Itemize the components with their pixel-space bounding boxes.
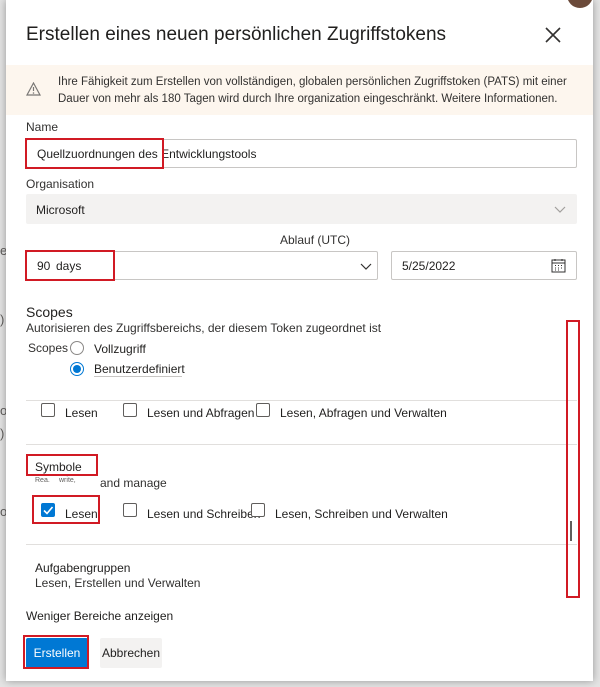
task-groups-title: Aufgabengruppen: [35, 561, 131, 575]
read-checkbox[interactable]: [41, 403, 55, 417]
symbols-read-checkbox[interactable]: [41, 503, 55, 517]
custom-defined-label: Benutzerdefiniert: [94, 362, 185, 376]
chevron-down-icon: [554, 206, 566, 213]
read-query-manage-label: Lesen, Abfragen und Verwalten: [280, 406, 447, 420]
organization-label: Organisation: [26, 177, 95, 191]
organization-value: Microsoft: [36, 203, 85, 217]
avatar[interactable]: [567, 0, 593, 8]
expiration-duration-select[interactable]: 90 days: [26, 251, 378, 280]
symbols-read-write-label: Lesen und Schreiben: [147, 507, 261, 521]
scopes-description: Autorisieren des Zugriffsbereichs, der d…: [26, 321, 382, 335]
symbols-title: Symbole: [35, 460, 82, 474]
symbols-read-write-manage-checkbox[interactable]: [251, 503, 265, 517]
symbols-sub-read: Rea.: [35, 477, 50, 484]
read-label: Lesen: [65, 406, 98, 420]
divider: [26, 400, 577, 401]
close-icon[interactable]: [542, 24, 564, 46]
scopes-label: Scopes: [28, 341, 69, 355]
divider: [26, 544, 577, 545]
label-underline: [94, 376, 182, 377]
full-access-label: Vollzugriff: [94, 342, 146, 356]
background-text: ): [0, 426, 5, 441]
checkmark-icon: [43, 506, 54, 515]
warning-banner: Ihre Fähigkeit zum Erstellen von vollstä…: [6, 65, 593, 115]
duration-unit: days: [56, 259, 82, 273]
highlight-box: [566, 320, 580, 598]
expiration-label: Ablauf (UTC): [280, 233, 351, 247]
learn-more-link[interactable]: Weitere Informationen.: [441, 93, 557, 105]
read-query-manage-checkbox[interactable]: [256, 403, 270, 417]
create-button[interactable]: Erstellen: [26, 638, 88, 668]
divider: [26, 444, 577, 445]
background-text: ): [0, 312, 5, 327]
expiration-date-value: 5/25/2022: [402, 259, 456, 273]
symbols-read-write-manage-label: Lesen, Schreiben und Verwalten: [275, 507, 448, 521]
name-label: Name: [26, 120, 59, 134]
expiration-date-input[interactable]: 5/25/2022: [391, 251, 577, 280]
custom-defined-radio[interactable]: [70, 362, 84, 376]
duration-number: 90: [37, 259, 51, 273]
read-query-checkbox[interactable]: [123, 403, 137, 417]
full-access-radio[interactable]: [70, 341, 84, 355]
task-groups-desc: Lesen, Erstellen und Verwalten: [35, 576, 201, 590]
symbols-read-label: Lesen: [65, 507, 98, 521]
organization-select: Microsoft: [26, 194, 577, 224]
name-input-value: Quellzuordnungen des Entwicklungstools: [37, 147, 257, 161]
name-input[interactable]: Quellzuordnungen des Entwicklungstools: [26, 139, 577, 168]
create-token-dialog: Erstellen eines neuen persönlichen Zugri…: [6, 0, 593, 681]
calendar-icon[interactable]: [551, 258, 566, 273]
cancel-button[interactable]: Abbrechen: [100, 638, 162, 668]
warning-text: Ihre Fähigkeit zum Erstellen von vollstä…: [58, 74, 583, 108]
dialog-title: Erstellen eines neuen persönlichen Zugri…: [26, 24, 447, 45]
show-less-scopes-link[interactable]: Weniger Bereiche anzeigen: [26, 609, 173, 623]
chevron-down-icon: [360, 263, 372, 270]
scopes-scrollbar-thumb[interactable]: [570, 521, 572, 541]
symbols-sub-manage: and manage: [100, 476, 167, 490]
symbols-sub-write: write,: [59, 477, 76, 484]
read-query-label: Lesen und Abfragen: [147, 406, 255, 420]
warning-icon: [26, 82, 41, 96]
scopes-title: Scopes: [26, 304, 73, 320]
symbols-read-write-checkbox[interactable]: [123, 503, 137, 517]
